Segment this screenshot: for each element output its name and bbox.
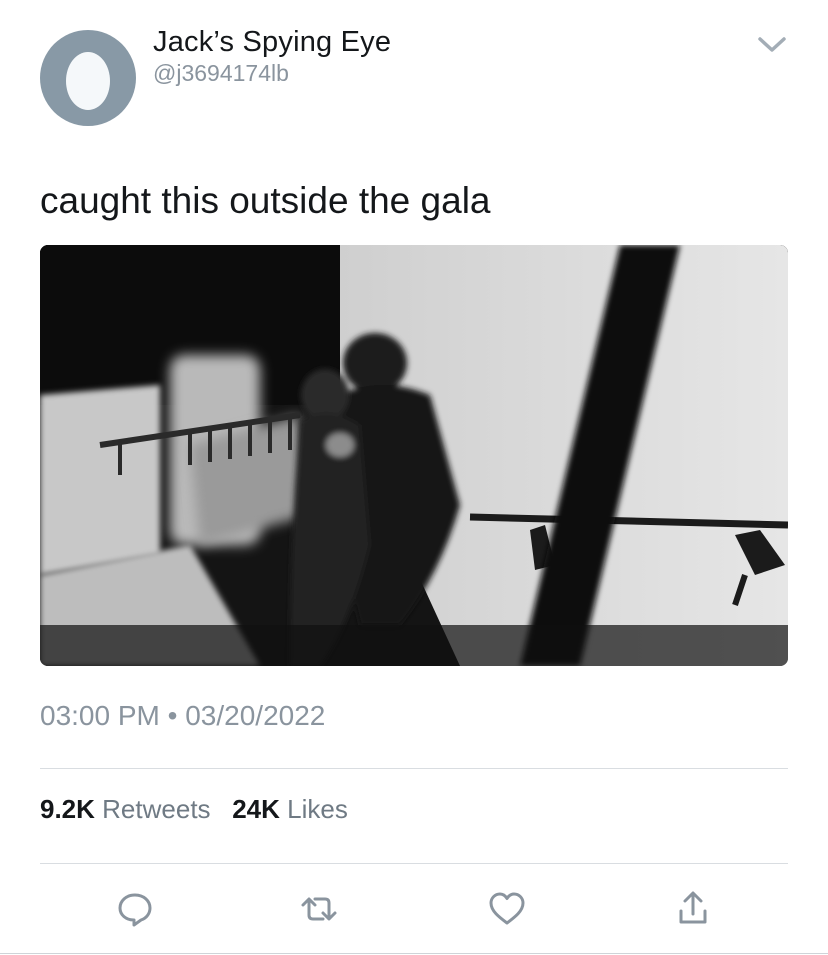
tweet-text: caught this outside the gala — [40, 180, 491, 221]
bottom-border — [0, 953, 828, 954]
tweet-timestamp[interactable]: 03:00 PM • 03/20/2022 — [40, 700, 325, 732]
tweet-photo[interactable] — [40, 245, 788, 666]
avatar[interactable] — [40, 30, 136, 126]
retweets-count[interactable]: 9.2K — [40, 794, 95, 824]
divider-bottom — [40, 863, 788, 864]
meta-separator: • — [167, 700, 178, 731]
share-icon — [679, 891, 707, 924]
tweet-time: 03:00 PM — [40, 700, 160, 731]
retweets-label[interactable]: Retweets — [102, 794, 210, 824]
likes-label[interactable]: Likes — [287, 794, 348, 824]
egg-avatar-icon — [66, 52, 110, 110]
likes-count[interactable]: 24K — [232, 794, 280, 824]
heart-icon — [489, 892, 525, 925]
retweet-button[interactable] — [299, 889, 339, 929]
share-button[interactable] — [673, 889, 713, 929]
display-name[interactable]: Jack’s Spying Eye — [153, 26, 391, 59]
user-handle[interactable]: @j3694174lb — [153, 60, 289, 87]
chevron-down-icon[interactable] — [752, 30, 792, 60]
engagement-stats: 9.2K Retweets 24K Likes — [40, 794, 348, 825]
tweet-date: 03/20/2022 — [185, 700, 326, 731]
reply-button[interactable] — [115, 889, 155, 929]
retweet-icon — [301, 897, 337, 921]
reply-icon — [118, 893, 152, 927]
like-button[interactable] — [487, 889, 527, 929]
divider-top — [40, 768, 788, 769]
